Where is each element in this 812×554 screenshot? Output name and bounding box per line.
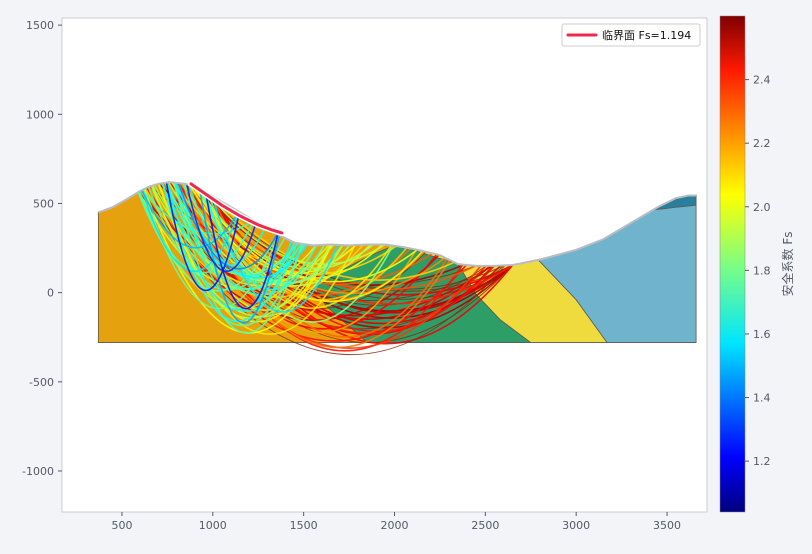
y-axis: 1500 1000 500 0 -500 -1000 <box>22 19 62 478</box>
legend: 临界面 Fs=1.194 <box>561 23 701 47</box>
x-axis: 500 1000 1500 2000 2500 3000 3500 <box>111 512 681 532</box>
y-tick-label: 1500 <box>26 19 54 32</box>
slope-stability-chart: 500 1000 1500 2000 2500 3000 3500 1500 1000 500 0… <box>22 15 795 532</box>
colorbar: 1.2 1.4 1.6 1.8 2.0 2.2 2.4 安全系数 Fs <box>719 15 795 513</box>
y-tick-label: -1000 <box>22 465 54 478</box>
x-tick-label: 500 <box>111 519 132 532</box>
colorbar-tick-label: 2.2 <box>753 137 771 150</box>
x-tick-label: 2000 <box>380 519 408 532</box>
y-tick-label: 0 <box>47 287 54 300</box>
legend-label: 临界面 Fs=1.194 <box>602 28 691 42</box>
colorbar-gradient <box>719 15 746 513</box>
x-tick-label: 3500 <box>653 519 681 532</box>
y-tick-label: 500 <box>33 197 54 210</box>
colorbar-tick-label: 1.2 <box>753 455 771 468</box>
colorbar-label: 安全系数 Fs <box>780 232 795 297</box>
x-tick-label: 3000 <box>562 519 590 532</box>
colorbar-tick-label: 1.8 <box>753 264 771 277</box>
x-tick-label: 1000 <box>199 519 227 532</box>
y-tick-label: -500 <box>29 376 54 389</box>
colorbar-tick-label: 2.4 <box>753 74 771 87</box>
x-tick-label: 2500 <box>471 519 499 532</box>
colorbar-tick-label: 1.6 <box>753 328 771 341</box>
colorbar-tick-label: 1.4 <box>753 392 771 405</box>
colorbar-ticks: 1.2 1.4 1.6 1.8 2.0 2.2 2.4 <box>745 74 771 468</box>
colorbar-tick-label: 2.0 <box>753 201 771 214</box>
y-tick-label: 1000 <box>26 108 54 121</box>
x-tick-label: 1500 <box>290 519 318 532</box>
